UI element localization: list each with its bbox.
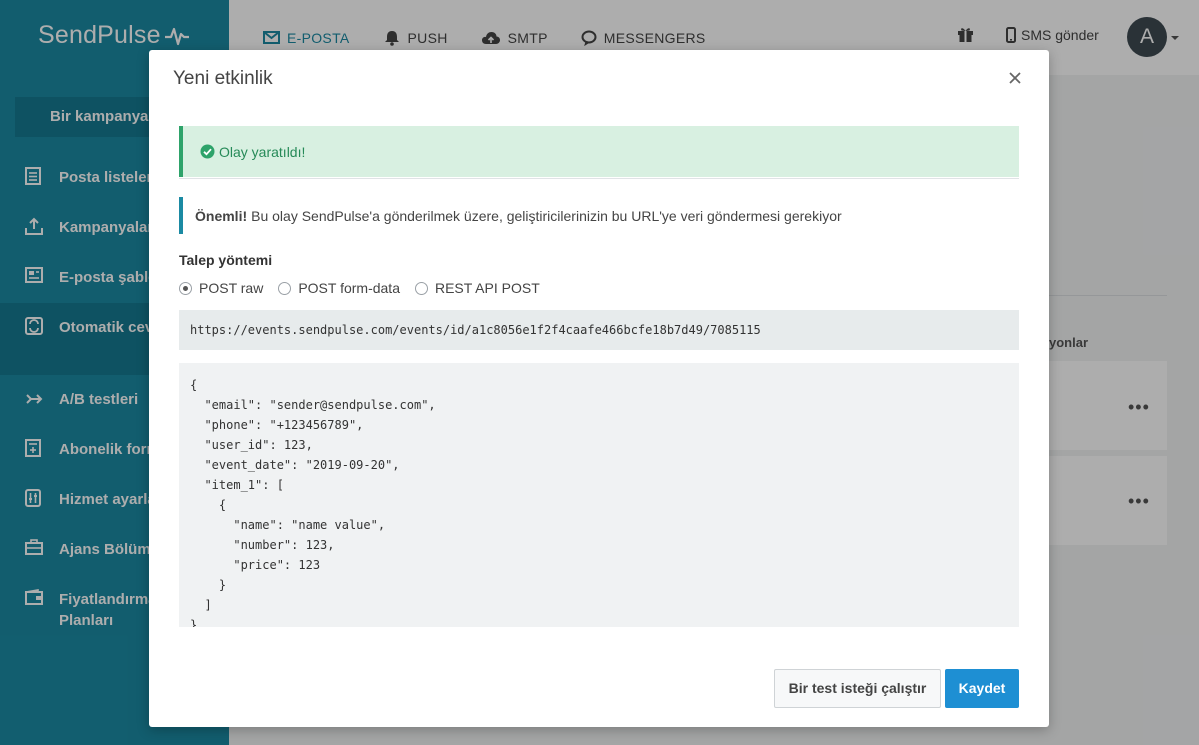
request-method-label: Talep yöntemi xyxy=(179,252,273,268)
radio-dot[interactable] xyxy=(278,281,292,295)
dialog-title: Yeni etkinlik xyxy=(173,68,273,89)
radio-post-form-data[interactable]: POST form-data xyxy=(278,280,400,296)
check-circle-icon xyxy=(200,144,215,159)
request-method-group: POST raw POST form-data REST API POST xyxy=(179,280,555,296)
event-url-field[interactable]: https://events.sendpulse.com/events/id/a… xyxy=(179,310,1019,350)
info-alert: Önemli! Bu olay SendPulse'a gönderilmek … xyxy=(179,197,1019,234)
request-body-code[interactable]: { "email": "sender@sendpulse.com", "phon… xyxy=(179,363,1019,627)
radio-label: POST form-data xyxy=(298,280,400,296)
radio-rest-api-post[interactable]: REST API POST xyxy=(414,280,540,296)
success-alert: Olay yaratıldı! xyxy=(179,126,1019,177)
radio-dot[interactable] xyxy=(179,281,192,295)
new-event-dialog: Yeni etkinlik Olay yaratıldı! Önemli! Bu… xyxy=(149,50,1049,727)
info-bold-label: Önemli! xyxy=(195,207,248,224)
radio-dot[interactable] xyxy=(414,281,428,295)
radio-post-raw[interactable]: POST raw xyxy=(179,280,263,296)
radio-label: POST raw xyxy=(199,280,264,296)
radio-label: REST API POST xyxy=(434,280,540,296)
save-button[interactable]: Kaydet xyxy=(945,669,1019,708)
info-message: Bu olay SendPulse'a gönderilmek üzere, g… xyxy=(251,207,842,224)
success-message: Olay yaratıldı! xyxy=(219,143,306,160)
run-test-request-button[interactable]: Bir test isteği çalıştır xyxy=(774,669,941,708)
code-text: { "email": "sender@sendpulse.com", "phon… xyxy=(190,378,436,627)
divider xyxy=(179,178,1019,179)
close-icon[interactable] xyxy=(1007,70,1023,86)
